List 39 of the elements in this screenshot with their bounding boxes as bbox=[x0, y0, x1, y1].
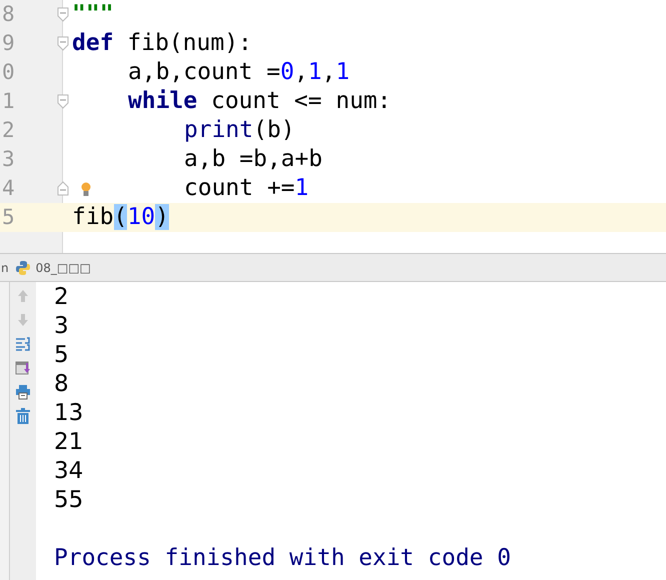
code-line: a,b,count =0,1,1 bbox=[128, 58, 350, 87]
trash-icon[interactable] bbox=[15, 408, 31, 424]
output-line: 55 bbox=[54, 486, 84, 515]
fold-marker-icon[interactable] bbox=[57, 36, 69, 51]
arrow-up-icon[interactable] bbox=[16, 288, 30, 304]
run-label: n bbox=[1, 260, 9, 274]
lightbulb-icon[interactable] bbox=[81, 182, 91, 196]
scroll-to-end-icon[interactable] bbox=[15, 360, 31, 376]
output-line: 3 bbox=[54, 312, 70, 341]
line-number: 4 bbox=[2, 175, 15, 202]
line-number: 8 bbox=[2, 1, 15, 28]
code-line: """ bbox=[72, 0, 114, 29]
line-number: 9 bbox=[2, 30, 15, 57]
output-line: 13 bbox=[54, 399, 84, 428]
output-line: 8 bbox=[54, 370, 70, 399]
code-line: def fib(num): bbox=[72, 29, 252, 58]
code-line: a,b =b,a+b bbox=[184, 145, 322, 174]
print-icon[interactable] bbox=[15, 384, 31, 400]
line-number: 0 bbox=[2, 59, 15, 86]
output-line: 21 bbox=[54, 428, 84, 457]
fold-marker-icon[interactable] bbox=[57, 181, 69, 196]
code-line: while count <= num: bbox=[128, 87, 392, 116]
run-tab[interactable]: 08_□□□ bbox=[14, 260, 91, 276]
fold-marker-icon[interactable] bbox=[57, 94, 69, 109]
line-number: 3 bbox=[2, 146, 15, 173]
code-line: print(b) bbox=[184, 116, 295, 145]
output-line: 5 bbox=[54, 341, 70, 370]
code-line: count +=1 bbox=[184, 174, 309, 203]
output-line: 34 bbox=[54, 457, 84, 486]
soft-wrap-icon[interactable] bbox=[15, 336, 31, 352]
python-icon bbox=[14, 260, 31, 276]
code-line: fib(10) bbox=[72, 203, 169, 232]
line-number: 5 bbox=[2, 204, 15, 231]
arrow-down-icon[interactable] bbox=[16, 312, 30, 328]
exit-message: Process finished with exit code 0 bbox=[54, 544, 511, 573]
output-line: 2 bbox=[54, 283, 70, 312]
fold-marker-icon[interactable] bbox=[57, 7, 69, 22]
line-number: 1 bbox=[2, 88, 15, 115]
line-number: 2 bbox=[2, 117, 15, 144]
